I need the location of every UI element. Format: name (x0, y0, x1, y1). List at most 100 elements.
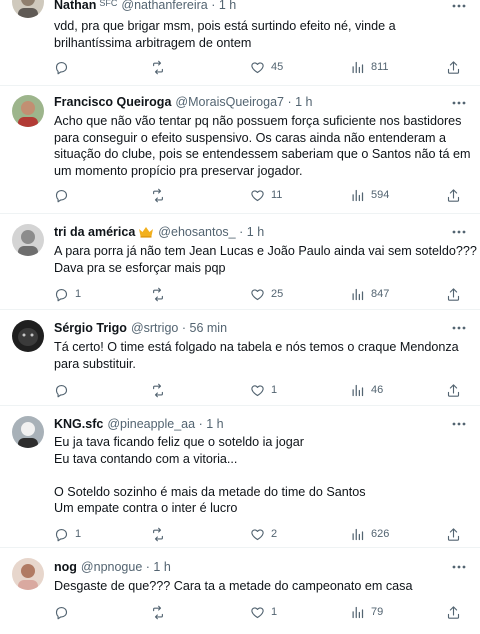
separator-dot: · (211, 0, 216, 12)
tweet-header: Nathan SFC @nathanfereira · 1 h (54, 0, 450, 16)
author-name[interactable]: Sérgio Trigo (54, 321, 127, 335)
tweet-text: Acho que não vão tentar pq não possuem f… (54, 113, 471, 179)
timestamp[interactable]: 1 h (295, 95, 312, 109)
tweet-text-line: vdd, pra que brigar msm, pois está surti… (54, 19, 396, 33)
author-handle[interactable]: @pineapple_aa (107, 417, 195, 431)
like-button[interactable]: 25 (250, 285, 283, 303)
share-icon (447, 605, 460, 619)
tweet[interactable]: Nathan SFC @nathanfereira · 1 h vdd, pra q… (0, 0, 480, 86)
tweet-actions: 1 2 626 (54, 525, 464, 543)
heart-icon (251, 288, 264, 300)
avatar[interactable] (12, 320, 44, 352)
share-button[interactable] (446, 603, 461, 621)
more-icon[interactable] (450, 0, 468, 15)
views-button[interactable]: 626 (350, 525, 389, 543)
views-button[interactable]: 46 (350, 381, 383, 399)
share-icon (447, 527, 460, 541)
reply-button[interactable] (54, 58, 69, 76)
more-icon[interactable] (450, 415, 468, 433)
tweet[interactable]: Sérgio Trigo @srtrigo · 56 min Tá certo! … (0, 310, 480, 406)
tweet[interactable]: Francisco Queiroga @MoraisQueiroga7 · 1 h… (0, 86, 480, 214)
retweet-button[interactable] (150, 381, 166, 399)
tweet-actions: 1 79 (54, 603, 464, 621)
retweet-button[interactable] (150, 285, 166, 303)
views-icon (352, 384, 364, 396)
share-button[interactable] (446, 381, 461, 399)
share-button[interactable] (446, 186, 461, 204)
reply-count: 1 (75, 528, 82, 540)
tweet-text-line: A para porra já não tem Jean Lucas e Joã… (54, 244, 477, 258)
timestamp[interactable]: 56 min (190, 321, 228, 335)
heart-icon (251, 61, 264, 73)
avatar[interactable] (12, 558, 44, 590)
share-icon (447, 383, 460, 397)
more-icon[interactable] (450, 94, 468, 112)
views-button[interactable]: 79 (350, 603, 383, 621)
reply-button[interactable]: 1 (54, 285, 81, 303)
like-button[interactable]: 1 (250, 381, 277, 399)
author-handle[interactable]: @srtrigo (131, 321, 178, 335)
timestamp[interactable]: 1 h (153, 560, 170, 574)
retweet-button[interactable] (150, 58, 166, 76)
like-button[interactable]: 11 (250, 186, 282, 204)
retweet-button[interactable] (150, 186, 166, 204)
like-button[interactable]: 2 (250, 525, 277, 543)
separator-dot: · (287, 95, 292, 109)
share-button[interactable] (446, 58, 461, 76)
tweet[interactable]: tri da américa @ehosantos_ · 1 h A para p… (0, 214, 480, 310)
tweet-header: KNG.sfc @pineapple_aa · 1 h (54, 417, 450, 435)
tweet-text-line: Tá certo! O time está folgado na tabela … (54, 340, 459, 354)
separator-dot: · (181, 321, 187, 335)
reply-icon (55, 384, 68, 397)
retweet-button[interactable] (150, 603, 166, 621)
views-icon (352, 528, 364, 540)
avatar[interactable] (12, 95, 44, 127)
retweet-icon (153, 383, 163, 397)
avatar[interactable] (12, 0, 44, 18)
tweet-text-line: Dava pra se esforçar mais pqp (54, 260, 226, 275)
like-button[interactable]: 1 (250, 603, 277, 621)
tweet-text: vdd, pra que brigar msm, pois está surti… (54, 18, 466, 51)
reply-icon (55, 606, 68, 619)
retweet-icon (153, 60, 163, 74)
more-icon[interactable] (450, 558, 468, 576)
views-button[interactable]: 594 (350, 186, 389, 204)
more-icon[interactable] (450, 223, 468, 241)
author-name[interactable]: nog (54, 560, 77, 574)
reply-button[interactable] (54, 381, 69, 399)
author-name[interactable]: tri da américa (54, 225, 135, 239)
like-count: 2 (271, 528, 278, 540)
tweet-actions: 45 811 (54, 58, 464, 76)
tweet-text: Desgaste de que??? Cara ta a metade do c… (54, 578, 466, 595)
author-handle[interactable]: @ehosantos_ (158, 225, 235, 239)
author-handle[interactable]: @npnogue (81, 560, 142, 574)
views-icon (352, 189, 364, 201)
author-name[interactable]: KNG.sfc (54, 417, 103, 431)
tweet[interactable]: nog @npnogue · 1 h Desgaste de que??? Car… (0, 548, 480, 634)
views-button[interactable]: 811 (350, 58, 389, 76)
timestamp[interactable]: 1 h (219, 0, 236, 12)
timestamp[interactable]: 1 h (206, 417, 223, 431)
author-name[interactable]: Francisco Queiroga (54, 95, 171, 109)
reply-button[interactable]: 1 (54, 525, 81, 543)
tweet-text-line: Um empate contra o inter é lucro (54, 501, 238, 515)
more-icon[interactable] (450, 319, 468, 337)
timestamp[interactable]: 1 h (247, 225, 264, 239)
views-button[interactable]: 847 (350, 285, 389, 303)
share-button[interactable] (446, 525, 461, 543)
avatar[interactable] (12, 224, 44, 256)
reply-button[interactable] (54, 186, 69, 204)
tweet[interactable]: KNG.sfc @pineapple_aa · 1 h Eu ja tava fi… (0, 406, 480, 548)
author-name[interactable]: Nathan (54, 0, 96, 12)
heart-icon (251, 528, 264, 540)
share-button[interactable] (446, 285, 461, 303)
author-handle[interactable]: @MoraisQueiroga7 (175, 95, 284, 109)
retweet-button[interactable] (150, 525, 166, 543)
reply-button[interactable] (54, 603, 69, 621)
separator-dot: · (239, 225, 244, 239)
author-handle[interactable]: @nathanfereira (121, 0, 207, 12)
tweet-actions: 1 46 (54, 381, 464, 399)
like-button[interactable]: 45 (250, 58, 283, 76)
crown-icon (138, 226, 154, 241)
avatar[interactable] (12, 416, 44, 448)
